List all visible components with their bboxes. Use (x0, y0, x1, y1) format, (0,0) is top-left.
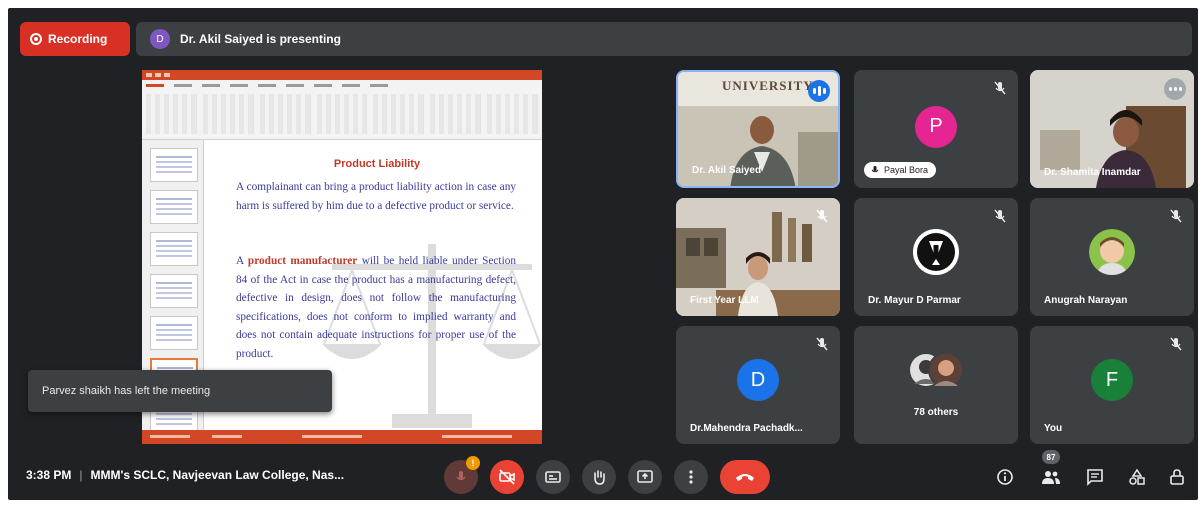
record-icon (30, 33, 42, 45)
slide-thumbnail (150, 190, 198, 224)
raise-hand-button[interactable] (582, 460, 616, 494)
slide-paragraph-2: A product manufacturer will be held liab… (236, 255, 516, 360)
participant-name: Dr. Shamita Inamdar (1044, 167, 1141, 178)
slide-thumbnail (150, 148, 198, 182)
mic-off-icon (871, 166, 879, 173)
camera-button[interactable] (490, 460, 524, 494)
meet-window: Recording D Dr. Akil Saiyed is presentin… (8, 8, 1198, 500)
notification-toast: Parvez shaikh has left the meeting (28, 370, 332, 412)
mic-off-icon (816, 337, 828, 351)
people-button[interactable] (1040, 466, 1062, 488)
participant-name: Dr.Mahendra Pachadk... (690, 423, 803, 434)
info-icon (997, 469, 1013, 485)
mic-off-icon (1170, 337, 1182, 351)
participant-name: Anugrah Narayan (1044, 295, 1128, 306)
host-controls-button[interactable] (1166, 466, 1188, 488)
participant-tile[interactable]: P Payal Bora (854, 70, 1018, 188)
mic-off-icon (994, 209, 1006, 223)
participant-tile[interactable]: First Year LLM (676, 198, 840, 316)
participant-name: Payal Bora (884, 165, 929, 175)
presenter-avatar: D (150, 29, 170, 49)
participant-tile[interactable]: Dr. Shamita Inamdar (1030, 70, 1194, 188)
meeting-title: MMM's SCLC, Navjeevan Law College, Nas..… (90, 468, 345, 482)
participant-name: Dr. Akil Saiyed (692, 165, 762, 176)
chat-icon (1087, 469, 1103, 486)
recording-label: Recording (48, 32, 108, 46)
participants-count-badge: 87 (1042, 450, 1060, 464)
activities-button[interactable] (1126, 466, 1148, 488)
mic-off-icon (456, 471, 466, 481)
slide-thumbnail (150, 274, 198, 308)
participant-name-pill: Payal Bora (864, 162, 937, 178)
slide-title: Product Liability (333, 158, 421, 170)
toast-text: Parvez shaikh has left the meeting (42, 385, 211, 397)
participant-name: Dr. Mayur D Parmar (868, 295, 961, 306)
host-controls-icon (1170, 469, 1184, 485)
mic-off-icon (1170, 209, 1182, 223)
present-icon (637, 470, 653, 483)
slide-paragraph-1: A complainant can bring a product liabil… (236, 181, 516, 212)
banner-text: UNIVERSITY (722, 78, 814, 93)
recording-button[interactable]: Recording (20, 22, 130, 56)
mic-warning-badge: ! (466, 456, 480, 470)
speaking-indicator-icon (808, 80, 830, 102)
separator: | (79, 468, 83, 482)
ppt-ribbon (142, 80, 542, 140)
ppt-titlebar (142, 70, 542, 80)
participant-tile[interactable]: Anugrah Narayan (1030, 198, 1194, 316)
mic-button[interactable]: ! (444, 456, 480, 494)
camera-off-icon (499, 469, 515, 485)
chat-button[interactable] (1084, 466, 1106, 488)
leave-call-button[interactable] (720, 460, 770, 494)
slide-thumbnail (150, 232, 198, 266)
participant-tile[interactable]: Dr. Mayur D Parmar (854, 198, 1018, 316)
others-avatars (910, 352, 964, 388)
present-button[interactable] (628, 460, 662, 494)
mic-off-icon (994, 81, 1006, 95)
captions-icon (545, 471, 561, 483)
activities-icon (1129, 468, 1145, 485)
participant-name: First Year LLM (690, 295, 759, 306)
mic-icon (1164, 78, 1186, 100)
more-vert-icon (689, 470, 693, 484)
participant-avatar-photo (1089, 229, 1135, 276)
clock-time: 3:38 PM (26, 468, 72, 482)
ppt-statusbar (142, 430, 542, 444)
participant-tile[interactable]: D Dr.Mahendra Pachadk... (676, 326, 840, 444)
participant-tile-self[interactable]: F You (1030, 326, 1194, 444)
more-options-button[interactable] (674, 460, 708, 494)
presenting-bar[interactable]: D Dr. Akil Saiyed is presenting (136, 22, 1192, 56)
raise-hand-icon (594, 470, 605, 485)
presenting-text: Dr. Akil Saiyed is presenting (180, 32, 341, 46)
slide-thumbnail (150, 316, 198, 350)
meeting-details-button[interactable] (994, 466, 1016, 488)
participant-avatar: D (737, 359, 779, 402)
mic-off-icon (816, 209, 828, 223)
highlight-text: product manufacturer (247, 255, 358, 267)
others-count: 78 others (913, 407, 959, 418)
participant-avatar: P (915, 105, 957, 148)
participant-avatar-lawyer-icon (913, 229, 959, 276)
participant-name: You (1044, 423, 1063, 434)
participant-avatar: F (1091, 359, 1133, 402)
participant-tile[interactable]: UNIVERSITY Dr. Akil Saiyed (676, 70, 840, 188)
participant-tile-others[interactable]: 78 others (854, 326, 1018, 444)
people-icon (1042, 471, 1060, 484)
call-end-icon (736, 474, 754, 481)
captions-button[interactable] (536, 460, 570, 494)
meeting-info: 3:38 PM | MMM's SCLC, Navjeevan Law Coll… (26, 468, 344, 482)
